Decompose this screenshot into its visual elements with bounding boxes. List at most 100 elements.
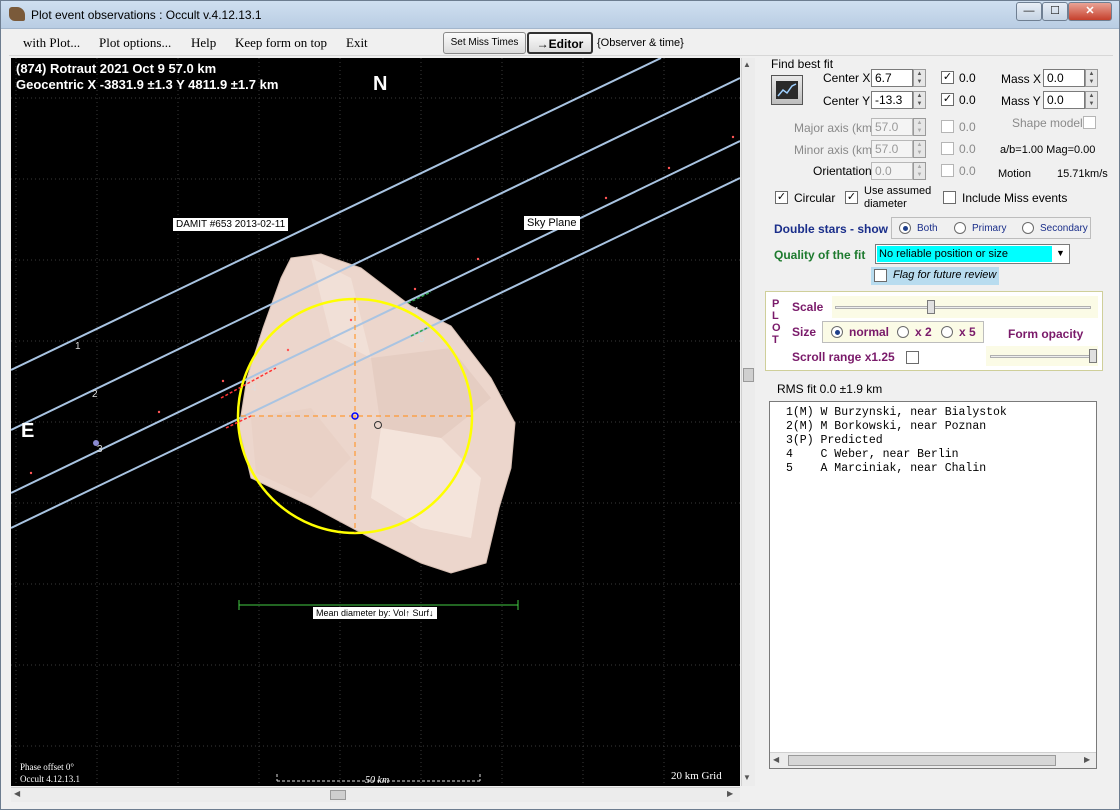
list-scroll-left-icon[interactable]: ◀	[773, 755, 779, 764]
menu-exit[interactable]: Exit	[346, 35, 368, 51]
center-y-input[interactable]: -13.3	[871, 91, 913, 109]
ds-secondary-radio[interactable]	[1022, 222, 1034, 234]
center-x-fit-checkbox[interactable]: ✓	[941, 71, 954, 84]
chord-label-4b: 4	[413, 306, 419, 317]
close-button[interactable]: ✕	[1068, 2, 1112, 21]
circular-checkbox[interactable]: ✓	[775, 191, 788, 204]
maximize-button[interactable]: ☐	[1042, 2, 1068, 21]
minor-axis-fit-checkbox[interactable]	[941, 142, 954, 155]
ab-mag-readout: a/b=1.00 Mag=0.00	[1000, 144, 1096, 156]
find-best-fit-button[interactable]	[771, 75, 803, 105]
center-y-label: Center Y	[823, 94, 871, 108]
quality-value: No reliable position or size	[877, 246, 1052, 262]
major-axis-uncertainty: 0.0	[959, 120, 976, 134]
center-y-uncertainty: 0.0	[959, 93, 976, 107]
observer-list[interactable]: 1(M) W Burzynski, near Bialystok 2(M) M …	[769, 401, 1097, 769]
window-title: Plot event observations : Occult v.4.12.…	[31, 8, 262, 22]
orientation-spinner[interactable]: ▲ ▼	[913, 162, 926, 180]
mass-x-input[interactable]: 0.0	[1043, 69, 1085, 87]
damit-label: DAMIT #653 2013-02-11	[173, 218, 289, 231]
list-item[interactable]: 3(P) Predicted	[786, 434, 883, 447]
orientation-input[interactable]: 0.0	[871, 162, 913, 180]
size-normal-radio[interactable]	[831, 326, 843, 338]
ds-primary-radio[interactable]	[954, 222, 966, 234]
phase-offset: Phase offset 0°	[20, 762, 74, 772]
center-x-input[interactable]: 6.7	[871, 69, 913, 87]
size-x5-radio[interactable]	[941, 326, 953, 338]
fit-panel: Find best fit Center X 6.7 ▲ ▼ ✓ 0.0 Mass…	[763, 57, 1115, 807]
plot-vertical-scrollbar[interactable]: ▲ ▼	[741, 58, 755, 786]
include-miss-checkbox[interactable]	[943, 191, 956, 204]
shape-model-checkbox[interactable]	[1083, 116, 1096, 129]
scroll-thumb[interactable]	[743, 368, 754, 382]
scroll-left-icon[interactable]: ◀	[14, 789, 20, 798]
east-label: E	[21, 420, 35, 442]
ds-both-radio[interactable]	[899, 222, 911, 234]
minor-axis-uncertainty: 0.0	[959, 142, 976, 156]
minor-axis-spinner[interactable]: ▲ ▼	[913, 140, 926, 158]
chord-label-5: 5	[419, 334, 425, 345]
find-best-fit-label: Find best fit	[771, 57, 834, 71]
orientation-fit-checkbox[interactable]	[941, 164, 954, 177]
scale-slider-thumb[interactable]	[927, 300, 935, 314]
major-axis-label: Major axis (km)	[794, 121, 877, 135]
occultation-plot[interactable]: 1 2 3 4 4 5 (874) Rotraut 2021 Oct 9 57.…	[11, 58, 740, 786]
menu-bar: with Plot... Plot options... Help Keep f…	[9, 30, 1113, 56]
size-x5-label: x 5	[959, 325, 976, 339]
list-scroll-thumb[interactable]	[788, 755, 1056, 766]
menu-with-plot[interactable]: with Plot...	[23, 35, 80, 51]
ds-secondary-label: Secondary	[1040, 223, 1088, 234]
center-x-label: Center X	[823, 71, 871, 85]
flag-review-checkbox[interactable]	[874, 269, 887, 282]
chord-label-3: 3	[97, 444, 103, 455]
app-icon	[9, 7, 25, 21]
major-axis-fit-checkbox[interactable]	[941, 120, 954, 133]
menu-help[interactable]: Help	[191, 35, 216, 51]
event-title: (874) Rotraut 2021 Oct 9 57.0 km	[16, 61, 217, 76]
double-stars-group: Both Primary Secondary	[891, 217, 1091, 239]
scroll-up-icon[interactable]: ▲	[743, 60, 751, 69]
scale-bar-label: 50 km	[365, 775, 390, 786]
flag-review-group: Flag for future review	[871, 267, 999, 285]
size-x2-radio[interactable]	[897, 326, 909, 338]
scroll-right-icon[interactable]: ▶	[727, 789, 733, 798]
menu-plot-options[interactable]: Plot options...	[99, 35, 171, 51]
mass-y-spinner[interactable]: ▲ ▼	[1085, 91, 1098, 109]
hscroll-thumb[interactable]	[330, 790, 346, 800]
ds-both-label: Both	[917, 223, 938, 234]
list-scroll-right-icon[interactable]: ▶	[1084, 755, 1090, 764]
major-axis-spinner[interactable]: ▲ ▼	[913, 118, 926, 136]
mass-y-input[interactable]: 0.0	[1043, 91, 1085, 109]
form-opacity-slider[interactable]	[986, 346, 1098, 366]
editor-button[interactable]: →Editor	[527, 32, 593, 54]
mean-diameter-label: Mean diameter by: Vol↑ Surf↓	[313, 607, 437, 619]
major-axis-input[interactable]: 57.0	[871, 118, 913, 136]
quality-select[interactable]: No reliable position or size ▼	[875, 244, 1070, 264]
form-opacity-label: Form opacity	[1008, 327, 1084, 341]
mass-x-spinner[interactable]: ▲ ▼	[1085, 69, 1098, 87]
scroll-range-checkbox[interactable]	[906, 351, 919, 364]
sky-plane-label: Sky Plane	[524, 216, 580, 230]
north-label: N	[373, 73, 388, 95]
minimize-button[interactable]: —	[1016, 2, 1042, 21]
list-horizontal-scrollbar[interactable]: ◀ ▶	[770, 752, 1096, 768]
motion-label: Motion	[998, 168, 1032, 180]
opacity-slider-thumb[interactable]	[1089, 349, 1097, 363]
plot-vertical-label: PLOT	[772, 298, 781, 346]
center-x-spinner[interactable]: ▲ ▼	[913, 69, 926, 87]
plot-horizontal-scrollbar[interactable]: ◀ ▶	[11, 787, 740, 802]
scroll-down-icon[interactable]: ▼	[743, 773, 751, 782]
center-y-fit-checkbox[interactable]: ✓	[941, 93, 954, 106]
minor-axis-input[interactable]: 57.0	[871, 140, 913, 158]
list-item[interactable]: 5 A Marciniak, near Chalin	[786, 462, 986, 475]
size-normal-label: normal	[849, 325, 890, 339]
center-y-spinner[interactable]: ▲ ▼	[913, 91, 926, 109]
scale-label: Scale	[792, 300, 824, 314]
set-miss-times-button[interactable]: Set Miss Times	[443, 32, 526, 54]
use-assumed-diameter-checkbox[interactable]: ✓	[845, 191, 858, 204]
scale-slider[interactable]	[832, 296, 1098, 318]
list-item[interactable]: 4 C Weber, near Berlin	[786, 448, 959, 461]
list-item[interactable]: 1(M) W Burzynski, near Bialystok	[786, 406, 1007, 419]
menu-keep-on-top[interactable]: Keep form on top	[235, 35, 327, 51]
list-item[interactable]: 2(M) M Borkowski, near Poznan	[786, 420, 986, 433]
